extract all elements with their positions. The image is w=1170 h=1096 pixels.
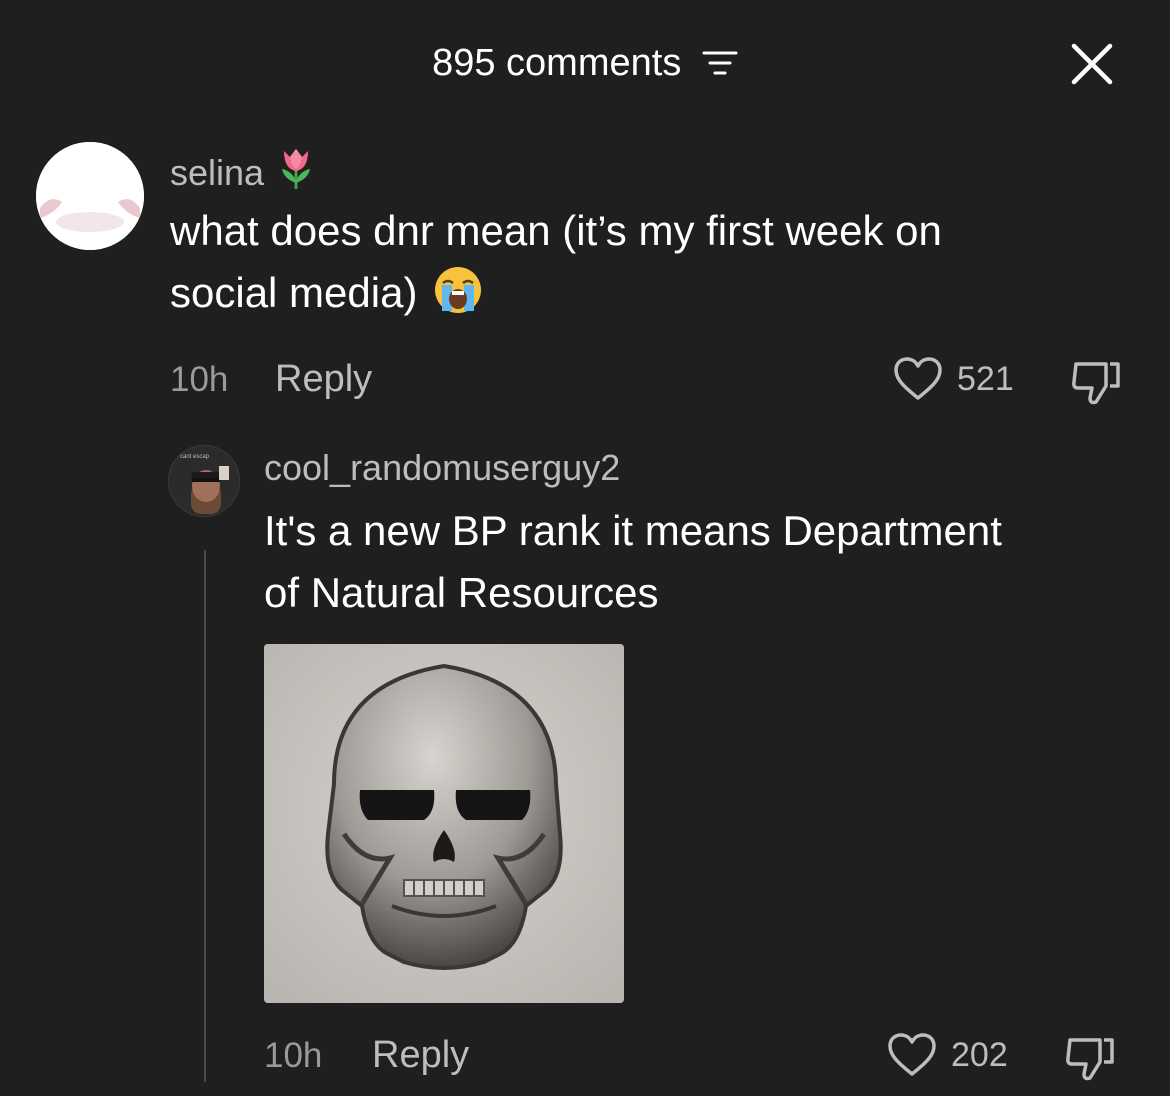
avatar-selina[interactable] [36,142,144,250]
comment-count: 895 comments [432,41,682,84]
loudly-crying-face-icon [435,267,482,313]
reply-body: It's a new BP rank it means Department o… [264,500,1002,624]
skull-icon [264,644,624,1003]
comment-line: what does dnr mean (it’s my first week o… [170,207,942,254]
filter-icon[interactable] [702,48,738,78]
reply-username[interactable]: cool_randomuserguy2 [264,446,620,490]
heart-icon [894,357,942,400]
comment-body: what does dnr mean (it’s my first week o… [170,200,942,324]
like-button[interactable]: 521 [893,356,1014,402]
comment-username[interactable]: selina [170,147,316,195]
like-button[interactable]: 202 [887,1032,1008,1078]
avatar-caption: i cant escap [177,454,210,460]
comment-time: 10h [170,360,229,399]
heart-icon [888,1033,936,1076]
tulip-icon [282,149,311,189]
avatar-cool-randomuserguy2[interactable]: i cant escap [168,445,240,517]
comments-header: 895 comments [0,36,1170,88]
reply-button[interactable]: Reply [275,357,372,401]
reply-time: 10h [264,1036,323,1075]
reply-line: It's a new BP rank it means Department [264,507,1002,554]
skull-image[interactable] [264,644,624,1003]
dislike-icon[interactable] [1064,1034,1118,1084]
close-icon[interactable] [1064,36,1120,92]
dislike-icon[interactable] [1070,358,1124,408]
username-text: selina [170,152,265,193]
avatar-image [36,142,144,250]
comment-line-2: social media) [170,262,942,324]
reply-line-2: of Natural Resources [264,569,659,616]
like-count: 521 [957,359,1014,398]
thread-line [204,550,206,1082]
like-count: 202 [951,1035,1008,1074]
avatar-image: i cant escap [169,446,239,516]
reply-button[interactable]: Reply [372,1033,469,1077]
